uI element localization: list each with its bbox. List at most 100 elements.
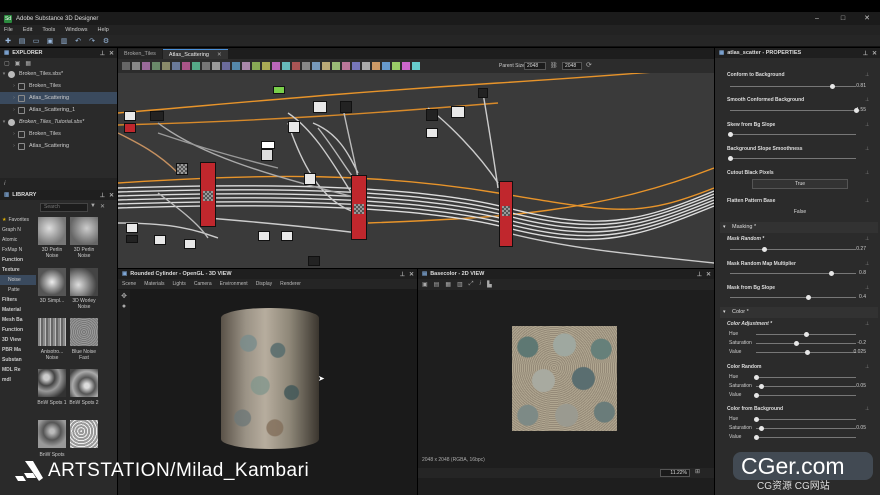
- expose-icon[interactable]: ⊥: [865, 321, 869, 327]
- slider-knob[interactable]: [854, 108, 859, 113]
- maximize-button[interactable]: □: [832, 12, 854, 25]
- graph-node[interactable]: [150, 111, 164, 121]
- node-button-icon[interactable]: [392, 62, 400, 70]
- save-icon[interactable]: ▣: [422, 281, 428, 288]
- category-item[interactable]: Filters: [0, 295, 36, 305]
- category-item[interactable]: Texture: [0, 265, 36, 275]
- category-item[interactable]: Function: [0, 255, 36, 265]
- new-package-icon[interactable]: ✚: [4, 37, 12, 45]
- node-button-icon[interactable]: [332, 62, 340, 70]
- grid-icon[interactable]: ▦: [445, 281, 451, 288]
- close-icon[interactable]: ✕: [409, 271, 414, 278]
- chevron-down-icon[interactable]: ▾: [0, 71, 8, 77]
- menu-tools[interactable]: Tools: [42, 27, 55, 33]
- category-item[interactable]: Patte: [0, 285, 36, 295]
- node-button-icon[interactable]: [212, 62, 220, 70]
- graph-node[interactable]: [313, 101, 327, 113]
- prop-value[interactable]: 0.8: [859, 270, 866, 276]
- expose-icon[interactable]: ⊥: [865, 170, 869, 176]
- thumb-3d-perlin-noise-2[interactable]: [70, 217, 98, 245]
- color-section-header[interactable]: ▾ Color *: [720, 307, 878, 318]
- tab-close-icon[interactable]: ✕: [217, 52, 222, 58]
- flatten-pattern-base-toggle[interactable]: False: [752, 207, 848, 217]
- undo-icon[interactable]: ↶: [74, 37, 82, 45]
- node-button-icon[interactable]: [162, 62, 170, 70]
- settings-icon[interactable]: ⚙: [102, 37, 110, 45]
- menu-file[interactable]: File: [4, 27, 13, 33]
- library-search-input[interactable]: Search: [40, 203, 88, 212]
- node-button-icon[interactable]: [202, 62, 210, 70]
- graph-row[interactable]: › Broken_Tiles: [0, 128, 117, 140]
- graph-node[interactable]: [126, 223, 138, 233]
- node-button-icon[interactable]: [152, 62, 160, 70]
- thumb-3d-simplex[interactable]: [38, 268, 66, 296]
- graph-node[interactable]: [340, 101, 352, 113]
- open-icon[interactable]: ▭: [32, 37, 40, 45]
- menu-camera[interactable]: Camera: [194, 281, 212, 287]
- expose-icon[interactable]: ⊥: [865, 364, 869, 370]
- node-button-icon[interactable]: [322, 62, 330, 70]
- expose-icon[interactable]: ⊥: [865, 198, 869, 204]
- category-item[interactable]: Function: [0, 325, 36, 335]
- thumb-blue-noise-fast[interactable]: [70, 318, 98, 346]
- graph-node[interactable]: [451, 106, 465, 118]
- node-button-icon[interactable]: [412, 62, 420, 70]
- category-item[interactable]: Mesh Ba: [0, 315, 36, 325]
- category-item[interactable]: PBR Ma: [0, 345, 36, 355]
- node-button-icon[interactable]: [402, 62, 410, 70]
- color-adj-saturation-slider[interactable]: [756, 343, 856, 344]
- graph-node[interactable]: [184, 239, 196, 249]
- expose-icon[interactable]: ⊥: [865, 122, 869, 128]
- expose-icon[interactable]: ⊥: [865, 146, 869, 152]
- prop-value[interactable]: -0.2: [857, 340, 866, 346]
- histogram-icon[interactable]: ▙: [487, 281, 492, 288]
- info-icon[interactable]: 𝑖: [480, 281, 482, 288]
- thumb-3d-perlin-noise[interactable]: [38, 217, 66, 245]
- thumb-bnw-spots-3[interactable]: [38, 420, 66, 448]
- slider-knob[interactable]: [754, 417, 759, 422]
- slider-knob[interactable]: [728, 156, 733, 161]
- chevron-right-icon[interactable]: ›: [10, 83, 18, 89]
- close-icon[interactable]: ✕: [109, 50, 114, 57]
- graph-node[interactable]: [304, 173, 316, 185]
- node-button-icon[interactable]: [312, 62, 320, 70]
- atlas-scatter-node[interactable]: [200, 162, 216, 227]
- graph-node[interactable]: [426, 128, 438, 138]
- graph-node[interactable]: [426, 109, 438, 121]
- tab-broken-tiles[interactable]: Broken_Tiles: [118, 49, 162, 59]
- thumb-bnw-spots-1[interactable]: [38, 369, 66, 397]
- thumb-noise[interactable]: [70, 420, 98, 448]
- graph-row-selected[interactable]: › Atlas_Scattering: [0, 92, 117, 104]
- redo-icon[interactable]: ↷: [88, 37, 96, 45]
- package-row[interactable]: ▾ Broken_Tiles.sbs*: [0, 68, 117, 80]
- mask-from-bg-slope-slider[interactable]: [730, 297, 856, 298]
- slider-knob[interactable]: [754, 435, 759, 440]
- node-button-icon[interactable]: [302, 62, 310, 70]
- menu-display[interactable]: Display: [256, 281, 272, 287]
- node-button-icon[interactable]: [382, 62, 390, 70]
- smooth-conformed-bg-slider[interactable]: [730, 110, 856, 111]
- node-button-icon[interactable]: [352, 62, 360, 70]
- slider-knob[interactable]: [754, 393, 759, 398]
- category-item-selected[interactable]: Noise: [0, 275, 36, 285]
- export-icon[interactable]: ▤: [434, 281, 440, 288]
- link-icon[interactable]: ⛓: [550, 62, 558, 69]
- slider-knob[interactable]: [804, 332, 809, 337]
- node-button-icon[interactable]: [272, 62, 280, 70]
- cylinder-preview[interactable]: [221, 308, 319, 449]
- color-random-hue-slider[interactable]: [756, 377, 856, 378]
- slider-knob[interactable]: [759, 384, 764, 389]
- size-select[interactable]: 2048: [562, 62, 582, 70]
- save-icon[interactable]: ▣: [15, 60, 21, 67]
- close-icon[interactable]: ✕: [109, 192, 114, 199]
- graph-row[interactable]: › Broken_Tiles: [0, 80, 117, 92]
- category-item[interactable]: 3D View: [0, 335, 36, 345]
- new-graph-icon[interactable]: ▤: [18, 37, 26, 45]
- refresh-icon[interactable]: ⟳: [586, 61, 592, 69]
- parent-size-select[interactable]: 2048: [524, 62, 546, 70]
- expose-icon[interactable]: ⊥: [865, 261, 869, 267]
- node-button-icon[interactable]: [222, 62, 230, 70]
- menu-scene[interactable]: Scene: [122, 281, 136, 287]
- filter-icon[interactable]: ▼: [90, 203, 96, 209]
- graph-node[interactable]: [478, 88, 488, 98]
